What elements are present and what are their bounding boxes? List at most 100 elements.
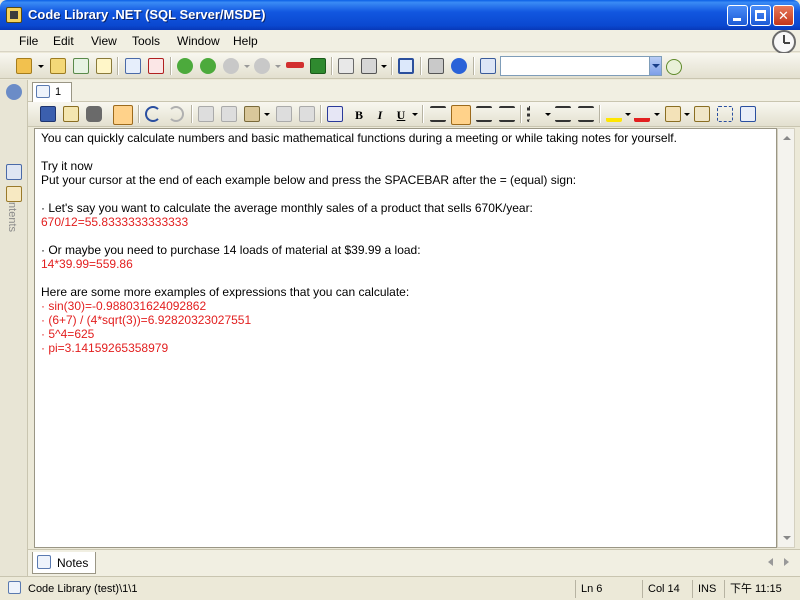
- copy-icon[interactable]: [221, 106, 237, 122]
- font-icon[interactable]: [327, 106, 343, 122]
- menu-view[interactable]: View: [91, 34, 117, 48]
- scroll-up-icon[interactable]: [783, 136, 791, 140]
- clear-format-icon[interactable]: [299, 106, 315, 122]
- find-icon[interactable]: [86, 106, 102, 122]
- editor-line[interactable]: You can quickly calculate numbers and ba…: [41, 131, 677, 145]
- editor-line[interactable]: · 5^4=625: [41, 327, 94, 341]
- justify-icon[interactable]: [430, 106, 446, 122]
- chevron-down-icon[interactable]: [649, 57, 661, 75]
- scroll-left-icon[interactable]: [768, 558, 773, 566]
- bullet-list-icon[interactable]: [527, 106, 543, 122]
- cut-icon[interactable]: [198, 106, 214, 122]
- italic-button[interactable]: I: [371, 106, 389, 124]
- open-dropdown-arrow-icon[interactable]: [38, 65, 44, 68]
- toolbar-separator: [117, 57, 118, 75]
- paste-dropdown-arrow-icon[interactable]: [264, 113, 270, 116]
- menu-help[interactable]: Help: [233, 34, 258, 48]
- editor-line[interactable]: Here are some more examples of expressio…: [41, 285, 409, 299]
- maximize-button[interactable]: [750, 5, 771, 26]
- next-dropdown-arrow-icon[interactable]: [275, 65, 281, 68]
- title-bar[interactable]: Code Library .NET (SQL Server/MSDE) ✕: [0, 0, 800, 30]
- fullscreen-icon[interactable]: [398, 58, 414, 74]
- list-dropdown-arrow-icon[interactable]: [545, 113, 551, 116]
- insert-table-icon[interactable]: [740, 106, 756, 122]
- menu-edit[interactable]: Edit: [53, 34, 74, 48]
- underline-dropdown-arrow-icon[interactable]: [412, 113, 418, 116]
- print-dropdown-arrow-icon[interactable]: [381, 65, 387, 68]
- insert-image-icon[interactable]: [665, 106, 681, 122]
- document-tab-strip: 1: [28, 80, 800, 102]
- menu-tools[interactable]: Tools: [132, 34, 160, 48]
- delete-icon[interactable]: [148, 58, 164, 74]
- back-icon[interactable]: [177, 58, 193, 74]
- underline-button[interactable]: U: [392, 106, 410, 124]
- editor-line[interactable]: · Or maybe you need to purchase 14 loads…: [41, 243, 421, 257]
- toolbar-separator: [191, 105, 192, 123]
- export-icon[interactable]: [338, 58, 354, 74]
- menu-window[interactable]: Window: [177, 34, 220, 48]
- refresh-icon[interactable]: [73, 58, 89, 74]
- collapse-icon[interactable]: [286, 62, 304, 68]
- collapse-panel-icon[interactable]: [6, 84, 22, 100]
- insert-box-icon[interactable]: [717, 106, 733, 122]
- editor-line[interactable]: · (6+7) / (4*sqrt(3))=6.92820323027551: [41, 313, 251, 327]
- insert-dropdown-arrow-icon[interactable]: [684, 113, 690, 116]
- previous-icon[interactable]: [223, 58, 239, 74]
- search-combo[interactable]: [500, 56, 662, 76]
- tab-document-1[interactable]: 1: [32, 82, 72, 102]
- vertical-scrollbar[interactable]: [777, 128, 795, 548]
- align-center-icon[interactable]: [476, 106, 492, 122]
- status-note-icon: [8, 581, 21, 594]
- tools-icon[interactable]: [428, 58, 444, 74]
- minimize-button[interactable]: [727, 5, 748, 26]
- editor-line[interactable]: · Let's say you want to calculate the av…: [41, 201, 533, 215]
- scroll-right-icon[interactable]: [784, 558, 789, 566]
- search-notes-icon[interactable]: [6, 164, 22, 180]
- help-icon[interactable]: [451, 58, 467, 74]
- increase-indent-icon[interactable]: [578, 106, 594, 122]
- close-button[interactable]: ✕: [773, 5, 794, 26]
- expand-icon[interactable]: [310, 58, 326, 74]
- note-editor[interactable]: You can quickly calculate numbers and ba…: [34, 128, 777, 548]
- notes-icon: [37, 555, 51, 569]
- properties-icon[interactable]: [96, 58, 112, 74]
- next-icon[interactable]: [254, 58, 270, 74]
- scroll-down-icon[interactable]: [783, 536, 791, 540]
- bold-button[interactable]: B: [350, 106, 368, 124]
- edit-properties-icon[interactable]: [63, 106, 79, 122]
- align-left-icon[interactable]: [451, 105, 471, 125]
- previous-dropdown-arrow-icon[interactable]: [244, 65, 250, 68]
- editor-line[interactable]: · pi=3.14159265358979: [41, 341, 168, 355]
- align-right-icon[interactable]: [499, 106, 515, 122]
- format-painter-icon[interactable]: [276, 106, 292, 122]
- tab-notes[interactable]: Notes: [32, 552, 96, 574]
- editor-line[interactable]: Put your cursor at the end of each examp…: [41, 173, 576, 187]
- decrease-indent-icon[interactable]: [555, 106, 571, 122]
- folder-icon[interactable]: [50, 58, 66, 74]
- redo-icon[interactable]: [168, 106, 184, 122]
- editor-line[interactable]: · sin(30)=-0.988031624092862: [41, 299, 206, 313]
- new-note-icon[interactable]: [125, 58, 141, 74]
- go-icon[interactable]: [666, 59, 682, 75]
- print-icon[interactable]: [361, 58, 377, 74]
- open-folder-icon[interactable]: [16, 58, 32, 74]
- database-icon[interactable]: [480, 58, 496, 74]
- edit-mode-toggle[interactable]: [113, 105, 133, 125]
- font-color-icon[interactable]: [634, 106, 650, 122]
- highlight-dropdown-arrow-icon[interactable]: [625, 113, 631, 116]
- editor-line[interactable]: 670/12=55.8333333333333: [41, 215, 188, 229]
- highlight-icon[interactable]: [606, 106, 622, 122]
- editor-line[interactable]: 14*39.99=559.86: [41, 257, 133, 271]
- tree-view-icon[interactable]: [6, 186, 22, 202]
- undo-icon[interactable]: [145, 106, 161, 122]
- app-icon[interactable]: [6, 7, 22, 23]
- status-line: Ln 6: [575, 580, 637, 598]
- font-color-dropdown-arrow-icon[interactable]: [654, 113, 660, 116]
- editor-line[interactable]: Try it now: [41, 159, 93, 173]
- forward-icon[interactable]: [200, 58, 216, 74]
- clock-icon[interactable]: [772, 30, 796, 54]
- save-icon[interactable]: [40, 106, 56, 122]
- paste-icon[interactable]: [244, 106, 260, 122]
- spell-check-icon[interactable]: [694, 106, 710, 122]
- menu-file[interactable]: File: [19, 34, 38, 48]
